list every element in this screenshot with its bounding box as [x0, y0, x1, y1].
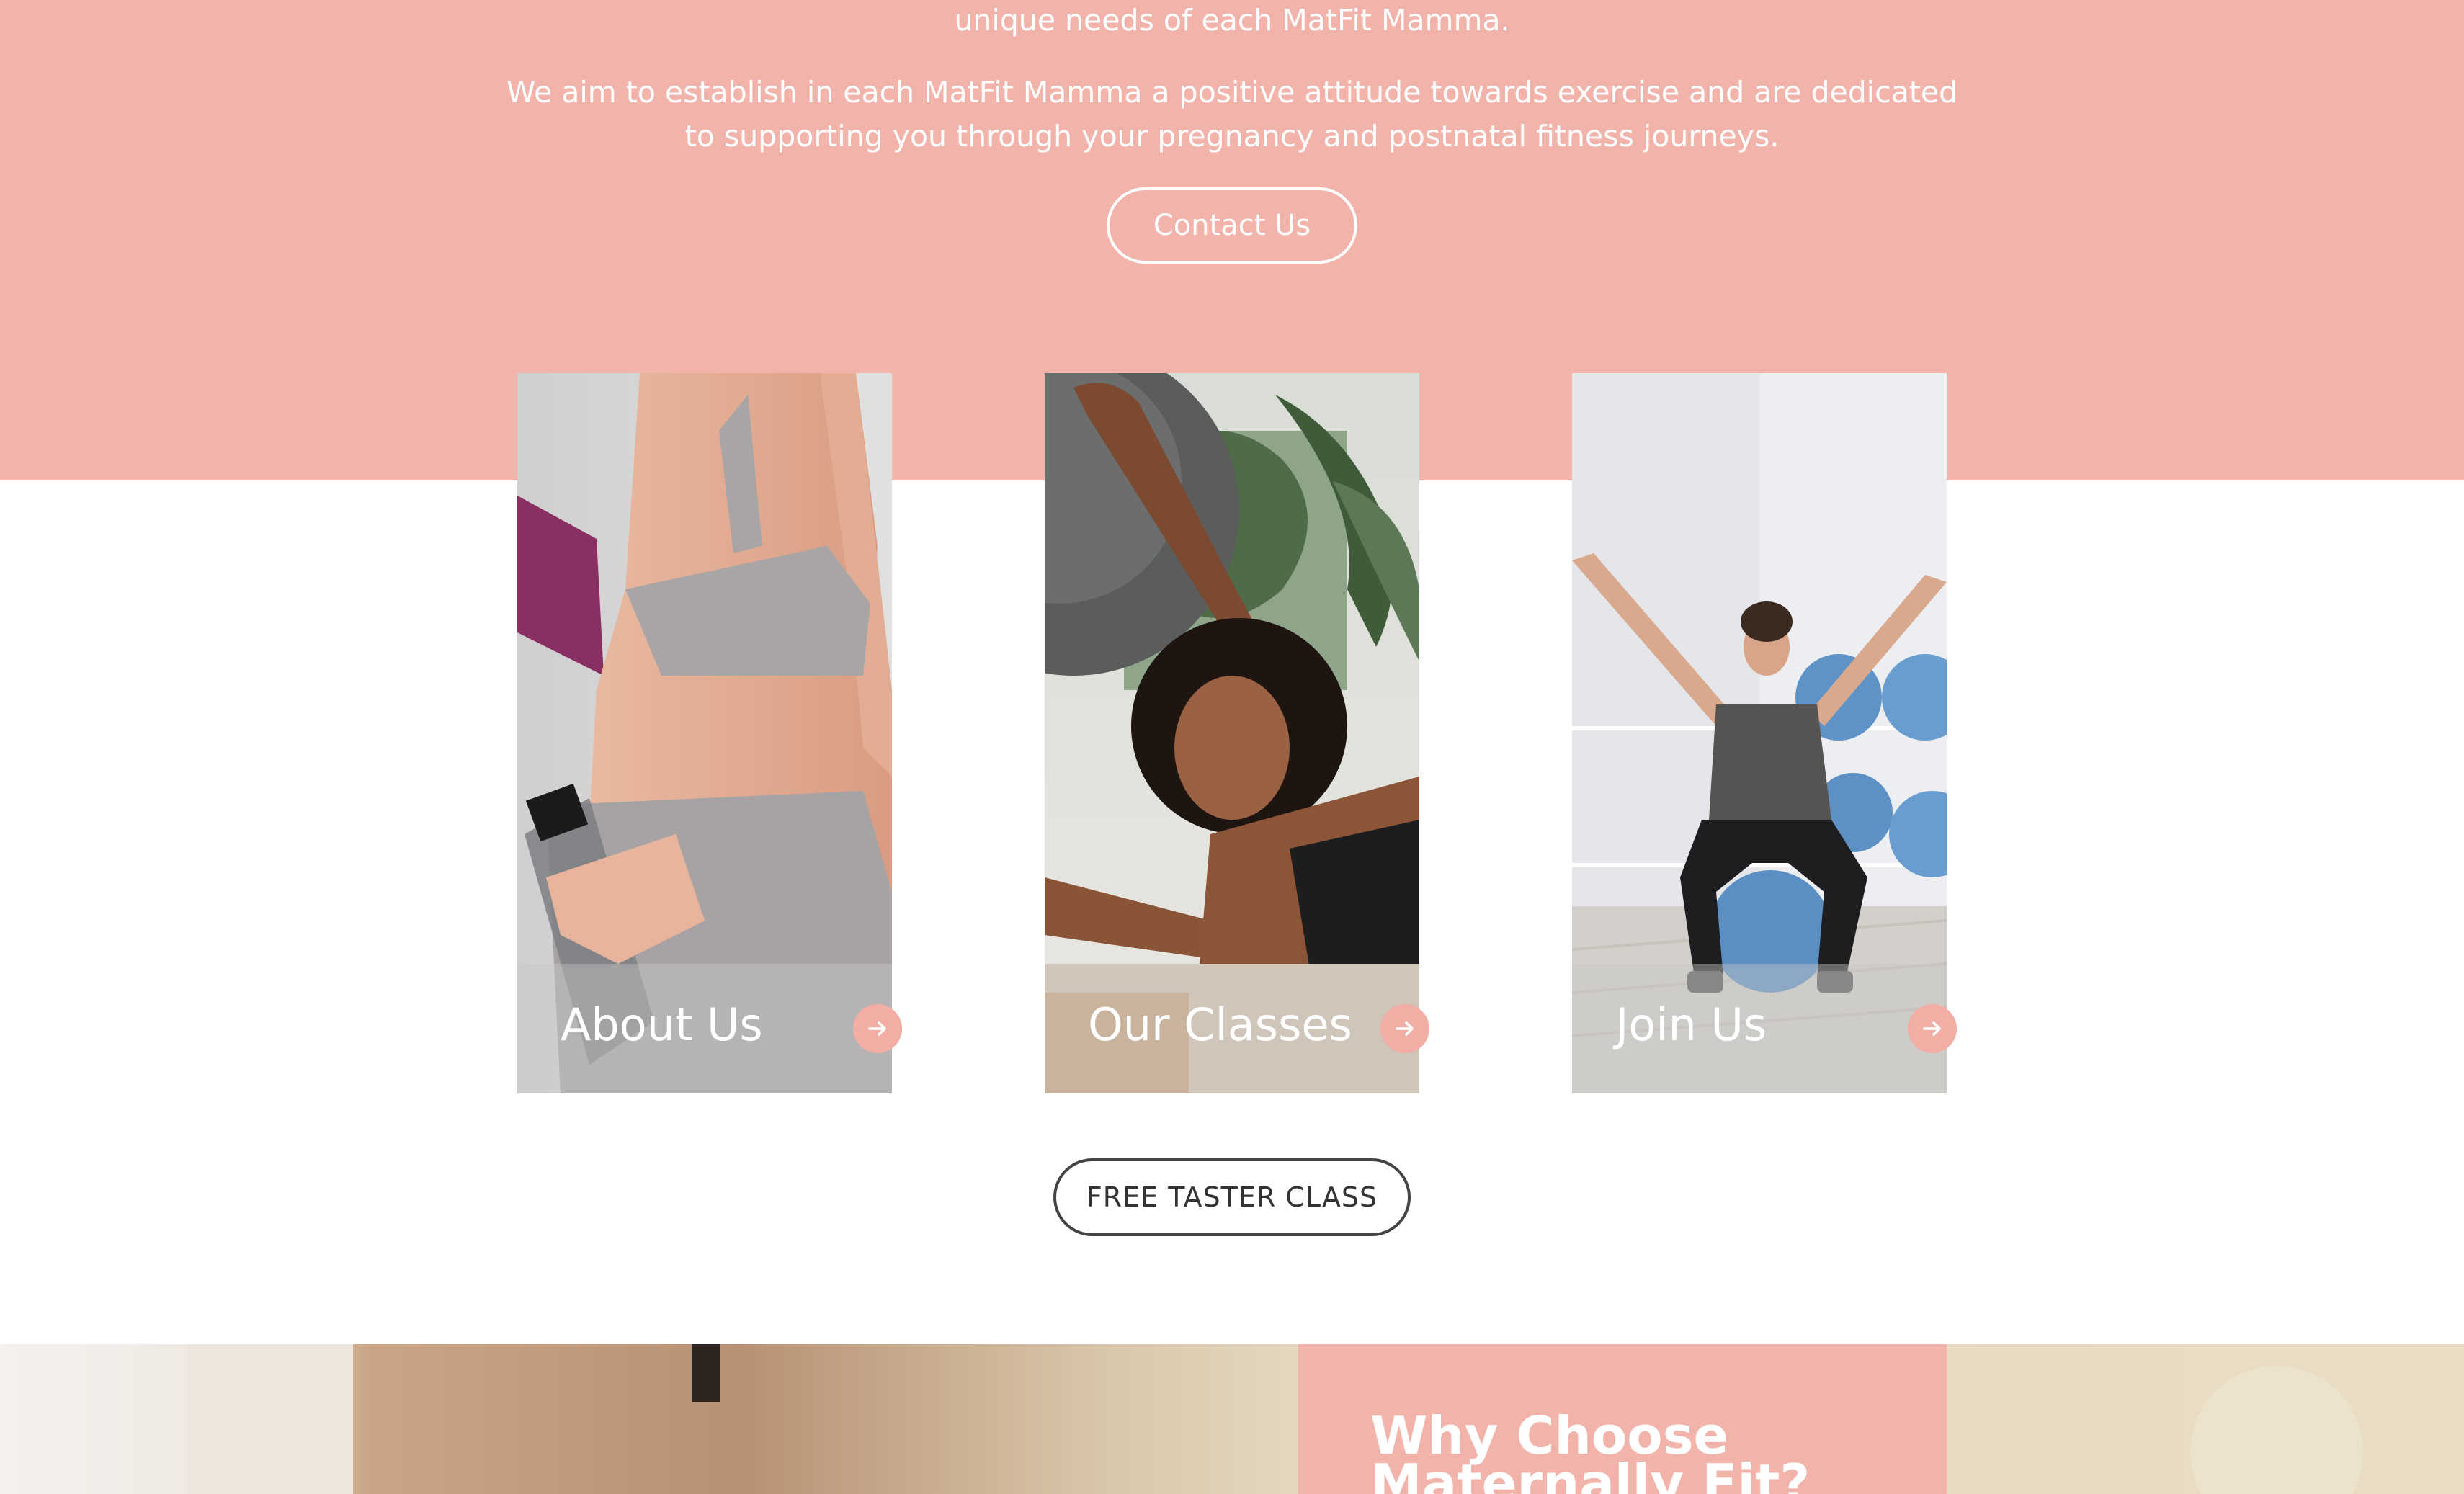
- free-taster-class-button[interactable]: FREE TASTER CLASS: [1053, 1158, 1411, 1236]
- our-classes-arrow-button[interactable]: [1380, 1004, 1429, 1053]
- our-classes-label: Our Classes: [1088, 998, 1352, 1051]
- why-choose-background-image: [0, 1344, 2464, 1494]
- our-classes-card[interactable]: Our Classes: [1045, 373, 1429, 1093]
- intro-text-line-2a: We aim to establish in each MatFit Mamma…: [506, 75, 1958, 109]
- join-us-label: Join Us: [1615, 998, 1767, 1051]
- join-us-arrow-button[interactable]: [1908, 1004, 1957, 1053]
- about-us-card[interactable]: About Us: [517, 373, 902, 1093]
- why-choose-title: Why Choose Maternally Fit?: [1370, 1405, 1811, 1494]
- intro-text-line-2b: to supporting you through your pregnancy…: [684, 119, 1780, 153]
- about-us-arrow-button[interactable]: [853, 1004, 902, 1053]
- arrow-right-icon: [1923, 1021, 1941, 1036]
- arrow-right-icon: [1396, 1021, 1414, 1036]
- intro-text-line-1: unique needs of each MatFit Mamma.: [954, 3, 1510, 37]
- arrow-right-icon: [868, 1021, 886, 1036]
- about-us-label: About Us: [561, 998, 763, 1051]
- join-us-card[interactable]: Join Us: [1572, 373, 1957, 1093]
- why-choose-panel: Why Choose Maternally Fit?: [1298, 1344, 1947, 1494]
- why-choose-section: Why Choose Maternally Fit?: [0, 1344, 2464, 1494]
- contact-us-button[interactable]: Contact Us: [1107, 187, 1357, 264]
